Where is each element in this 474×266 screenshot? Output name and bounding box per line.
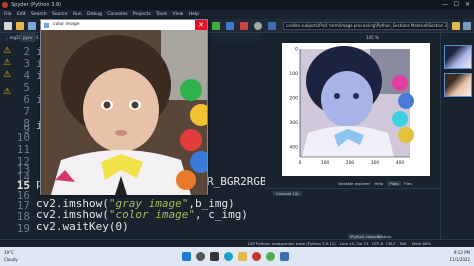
settings-icon[interactable] [254, 22, 262, 30]
warning-icon: ⚠ [3, 58, 12, 68]
edge-icon[interactable] [224, 252, 233, 261]
weather-desc: Cloudy [4, 257, 18, 262]
run-icon[interactable] [212, 22, 220, 30]
menu-file[interactable]: File [4, 12, 12, 17]
spyder-taskbar-icon[interactable] [252, 252, 261, 261]
file-explorer-icon[interactable] [238, 252, 247, 261]
cv-window-title: color image [53, 22, 80, 27]
matplotlib-figure: 0 100 200 300 400 0 100 200 300 400 [289, 46, 414, 166]
close-window-button[interactable]: ✕ [465, 0, 470, 10]
menu-source[interactable]: Source [52, 12, 67, 17]
pane-tabs: Variable explorer Help Plots Files [265, 180, 440, 187]
y-tick-label: 0 [295, 47, 298, 53]
menu-help[interactable]: Help [189, 12, 199, 17]
clock-date: 11/1/2022 [449, 257, 470, 262]
python-taskbar-icon[interactable] [280, 252, 289, 261]
windows-taskbar: 19°C Cloudy 9:12 PM 11/1/2022 [0, 247, 474, 266]
task-view-icon[interactable] [210, 252, 219, 261]
menu-consoles[interactable]: Consoles [107, 12, 127, 17]
x-tick-label: 0 [299, 160, 302, 166]
menu-run[interactable]: Run [73, 12, 82, 17]
x-tick-label: 400 [396, 160, 405, 166]
x-tick-label: 100 [321, 160, 330, 166]
y-tick-label: 300 [289, 120, 298, 126]
window-app-icon [44, 23, 49, 28]
y-tick-label: 100 [289, 71, 298, 77]
title-bar: Spyder (Python 3.9) — ☐ ✕ [0, 0, 474, 10]
tab-variable-explorer[interactable]: Variable explorer [338, 181, 370, 186]
stop-icon[interactable] [240, 22, 248, 30]
cv-window-titlebar[interactable]: color image [41, 20, 207, 30]
tab-plots[interactable]: Plots [387, 181, 401, 186]
menu-tools[interactable]: Tools [156, 12, 167, 17]
baby-photo-color [41, 30, 207, 195]
python-path-icon[interactable] [268, 22, 276, 30]
code-line-tail[interactable]: R_BGR2RGB [207, 175, 267, 188]
working-directory-input[interactable]: ccellen subjects\Prof. term\image proces… [283, 22, 448, 30]
y-tick-label: 400 [289, 145, 298, 151]
menu-edit[interactable]: Edit [17, 12, 26, 17]
thumbnail-plot[interactable] [444, 45, 472, 69]
start-icon[interactable] [182, 252, 191, 261]
menu-view[interactable]: View [173, 12, 184, 17]
x-tick-label: 200 [346, 160, 355, 166]
warning-icon: ⚠ [3, 87, 12, 97]
clock-time: 9:12 PM [453, 250, 470, 255]
weather-widget[interactable]: 19°C Cloudy [4, 249, 18, 263]
save-icon[interactable] [28, 22, 36, 30]
spyder-logo-icon [2, 2, 8, 8]
console-tab[interactable]: Console 1/A [273, 191, 302, 196]
minimize-button[interactable]: — [442, 0, 448, 10]
window-title: Spyder (Python 3.9) [11, 2, 61, 8]
thumbnail-plot[interactable] [444, 73, 472, 97]
x-tick-label: 300 [371, 160, 380, 166]
search-icon[interactable] [196, 252, 205, 261]
open-file-icon[interactable] [16, 22, 24, 30]
tab-help[interactable]: Help [374, 181, 383, 186]
new-file-icon[interactable] [4, 22, 12, 30]
plot-zoom: 145 % [366, 35, 379, 40]
y-tick-label: 200 [289, 96, 298, 102]
warning-icon: ⚠ [3, 70, 12, 80]
status-bar: LSP Python: ready conda: base (Python 3.… [0, 239, 474, 247]
menu-bar: File Edit Search Source Run Debug Consol… [0, 10, 474, 19]
tab-files[interactable]: Files [404, 181, 412, 186]
menu-debug[interactable]: Debug [87, 12, 102, 17]
system-tray-clock[interactable]: 9:12 PM 11/1/2022 [449, 249, 470, 263]
maximize-button[interactable]: ☐ [454, 0, 459, 10]
warning-icon: ⚠ [3, 46, 12, 56]
debug-icon[interactable] [226, 22, 234, 30]
cv-window-close-button[interactable]: ✕ [195, 20, 207, 30]
chrome-icon[interactable] [266, 252, 275, 261]
up-directory-icon[interactable] [463, 22, 471, 30]
weather-temp: 19°C [4, 250, 14, 255]
browse-folder-icon[interactable] [452, 22, 460, 30]
menu-search[interactable]: Search [31, 12, 46, 17]
code-line[interactable]: cv2.waitKey(0) [36, 220, 129, 233]
editor-tab-pycv[interactable]: pycv [20, 33, 36, 42]
menu-projects[interactable]: Projects [133, 12, 151, 17]
plot-thumbnails [440, 33, 474, 248]
line-number: 19 [16, 222, 30, 235]
code-args: , c_img) [194, 208, 248, 221]
opencv-color-image-window[interactable]: color image ✕ [40, 19, 208, 195]
